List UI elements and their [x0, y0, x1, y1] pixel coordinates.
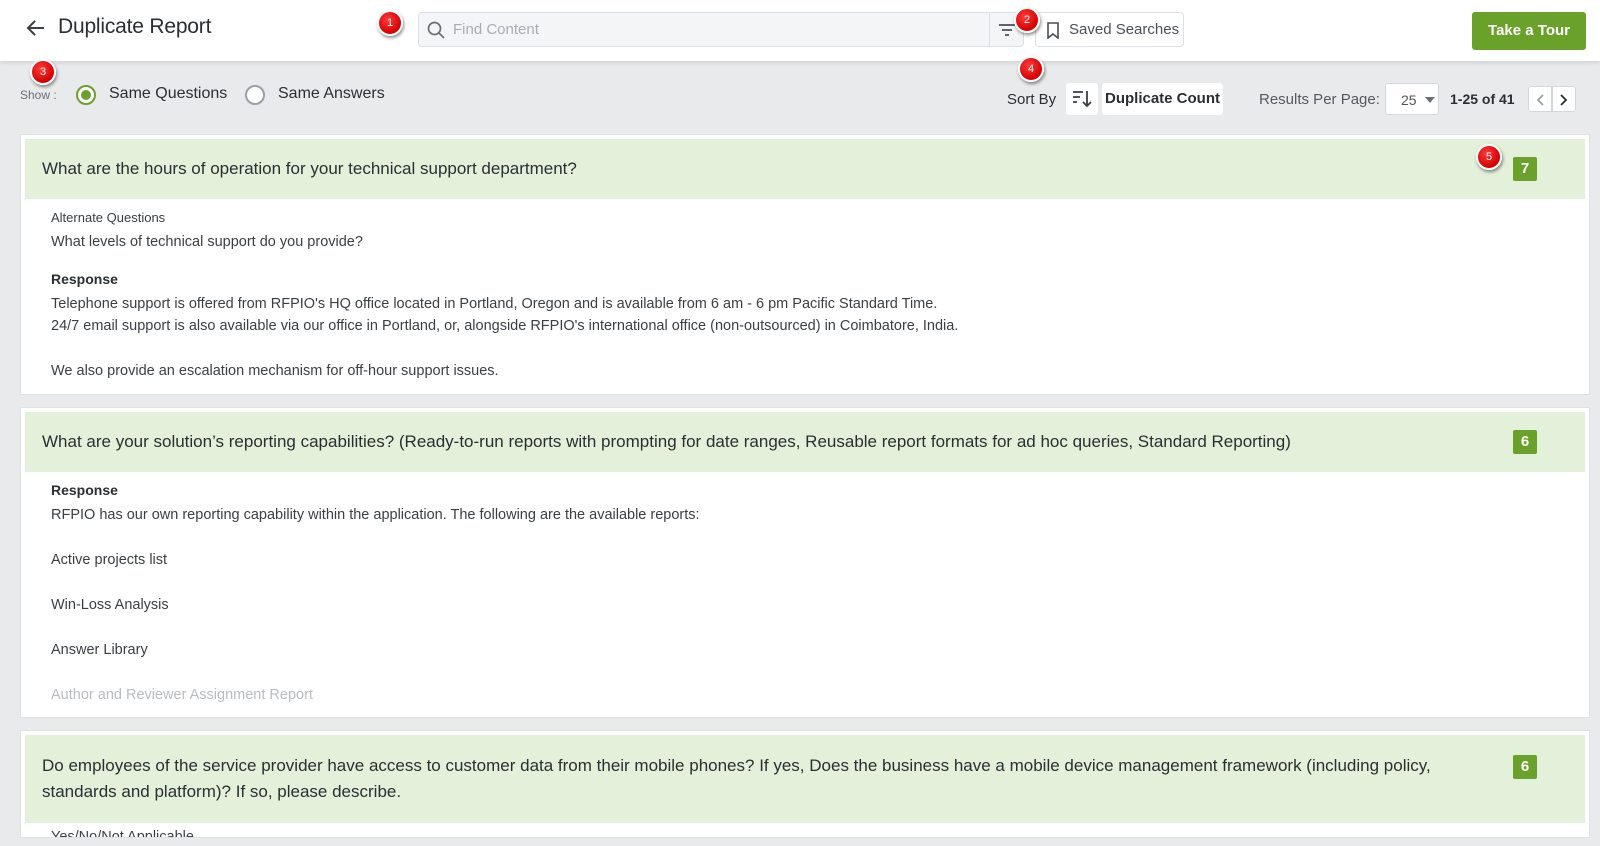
step-marker-3: 3: [30, 59, 56, 85]
search-icon: [427, 21, 445, 39]
response-line: Yes/No/Not Applicable: [51, 829, 194, 838]
filter-icon: [999, 24, 1015, 36]
step-marker-5: 5: [1476, 144, 1502, 170]
card-header: What are your solution’s reporting capab…: [25, 412, 1585, 472]
results-per-page-select[interactable]: 25: [1385, 83, 1439, 115]
next-page-button[interactable]: [1552, 86, 1576, 112]
sort-field-dropdown[interactable]: Duplicate Count: [1102, 83, 1223, 115]
caret-down-icon: [1425, 97, 1435, 103]
alternate-question-text: What levels of technical support do you …: [51, 234, 363, 250]
sort-by-label: Sort By: [1007, 91, 1057, 108]
step-marker-2: 2: [1014, 7, 1040, 33]
alternate-questions-label: Alternate Questions: [51, 210, 166, 225]
chevron-left-icon: [1536, 94, 1544, 106]
duplicate-count-badge[interactable]: 6: [1513, 755, 1537, 779]
toolbar: Show : Same Questions Same Answers Sort …: [0, 61, 1600, 131]
response-line: Answer Library: [51, 642, 148, 658]
show-label: Show :: [20, 88, 57, 102]
card-question-line: Do employees of the service provider hav…: [42, 756, 1431, 775]
results-per-page-value: 25: [1401, 92, 1417, 108]
page-title: Duplicate Report: [58, 15, 212, 38]
sort-order-button[interactable]: [1066, 83, 1098, 115]
take-a-tour-button[interactable]: Take a Tour: [1472, 12, 1586, 50]
card-header: What are the hours of operation for your…: [25, 139, 1585, 199]
sort-descending-icon: [1073, 91, 1092, 108]
duplicate-count-badge[interactable]: 7: [1513, 157, 1537, 181]
response-line: Win-Loss Analysis: [51, 597, 169, 613]
response-label: Response: [51, 482, 118, 498]
previous-page-button[interactable]: [1528, 86, 1552, 112]
top-header: Duplicate Report Saved Searches Take a T…: [0, 0, 1600, 61]
card-question: What are the hours of operation for your…: [42, 159, 577, 178]
radio-checked-icon: [76, 85, 96, 105]
search-input[interactable]: [453, 13, 993, 46]
response-line: Active projects list: [51, 552, 168, 568]
step-marker-1: 1: [377, 10, 403, 36]
results-per-page-label: Results Per Page:: [1259, 91, 1380, 108]
step-marker-4: 4: [1018, 56, 1044, 82]
duplicate-card[interactable]: Do employees of the service provider hav…: [20, 730, 1590, 838]
back-arrow-icon[interactable]: [24, 16, 48, 40]
saved-searches-label: Saved Searches: [1069, 21, 1180, 38]
card-header: Do employees of the service provider hav…: [25, 735, 1585, 823]
duplicate-card[interactable]: What are the hours of operation for your…: [20, 134, 1590, 395]
response-line: 24/7 email support is also available via…: [51, 318, 959, 334]
response-line: Telephone support is offered from RFPIO'…: [51, 296, 938, 312]
radio-unchecked-icon: [245, 85, 265, 105]
response-line: We also provide an escalation mechanism …: [51, 363, 499, 379]
page-range: 1-25 of 41: [1450, 91, 1515, 107]
card-question-line: standards and platform)? If so, please d…: [42, 782, 402, 801]
bookmark-icon: [1047, 22, 1059, 39]
response-line: Author and Reviewer Assignment Report: [51, 687, 313, 703]
search-box: [418, 12, 1024, 47]
duplicate-card[interactable]: What are your solution’s reporting capab…: [20, 407, 1590, 718]
duplicate-count-badge[interactable]: 6: [1513, 430, 1537, 454]
response-label: Response: [51, 271, 118, 287]
chevron-right-icon: [1560, 94, 1568, 106]
radio-label: Same Answers: [278, 85, 385, 102]
card-question: What are your solution’s reporting capab…: [42, 432, 1291, 451]
response-line: RFPIO has our own reporting capability w…: [51, 507, 700, 523]
saved-searches-button[interactable]: Saved Searches: [1035, 12, 1184, 47]
radio-label: Same Questions: [109, 85, 228, 102]
